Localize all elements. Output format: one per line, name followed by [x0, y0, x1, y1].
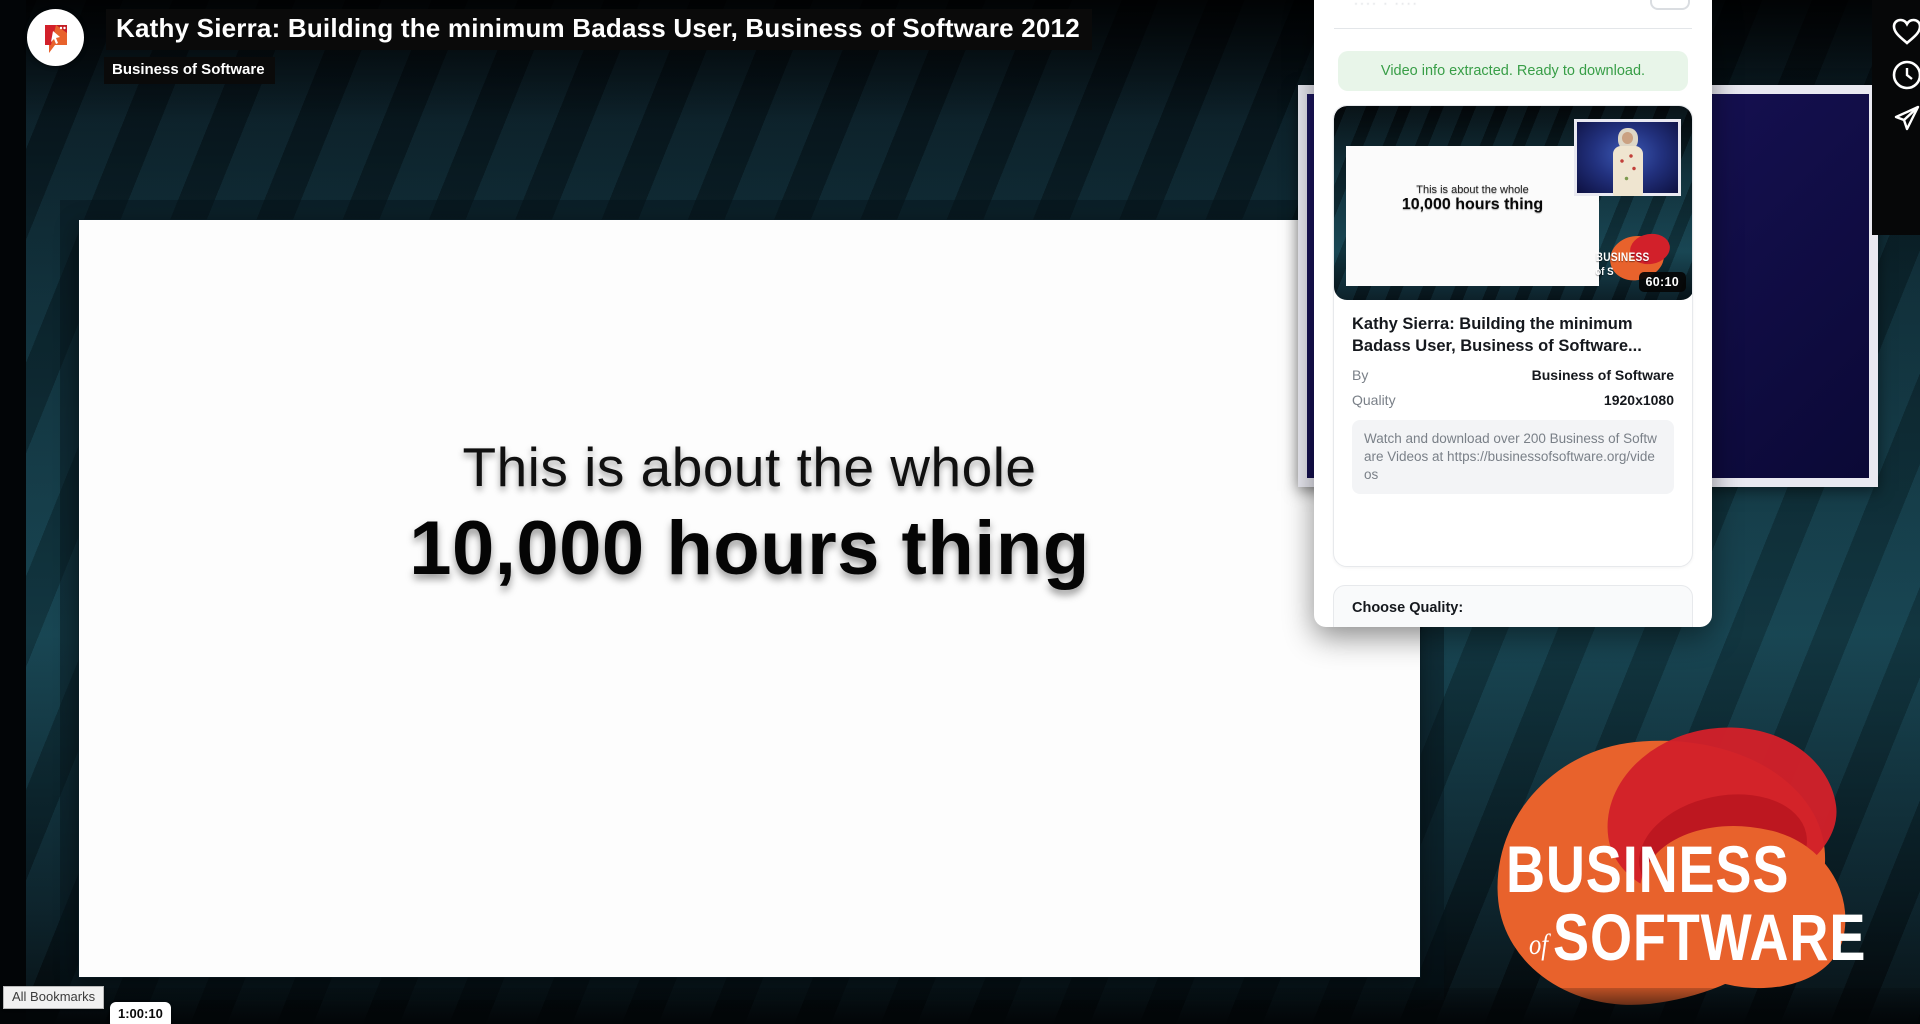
- meta-row-quality: Quality 1920x1080: [1352, 392, 1674, 408]
- popup-clipped-toolbar: ···· · ····: [1314, 0, 1712, 12]
- video-thumbnail[interactable]: This is about the whole 10,000 hours thi…: [1334, 106, 1693, 300]
- thumbnail-logo-text1: BUSINESS: [1596, 252, 1650, 264]
- send-icon: [1890, 101, 1920, 135]
- clipped-toggle-control[interactable]: [1650, 0, 1690, 10]
- all-bookmarks-tooltip: All Bookmarks: [3, 986, 104, 1009]
- by-value: Business of Software: [1532, 367, 1674, 383]
- logo-wordmark: BUSINESS of SOFTWARE: [1506, 836, 1866, 970]
- thumbnail-slide-line2: 10,000 hours thing: [1402, 196, 1543, 214]
- clipped-toolbar-text: ···· · ····: [1354, 0, 1554, 8]
- logo-word-of: of: [1529, 928, 1548, 962]
- meta-row-by: By Business of Software: [1352, 367, 1674, 383]
- duration-badge: 60:10: [1639, 272, 1686, 292]
- logo-word-business: BUSINESS: [1506, 836, 1866, 902]
- like-button[interactable]: [1890, 15, 1920, 49]
- slide-text-line1: This is about the whole: [462, 435, 1036, 499]
- by-label: By: [1352, 367, 1368, 383]
- heart-icon: [1890, 15, 1920, 49]
- playback-time-badge[interactable]: 1:00:10: [110, 1002, 171, 1024]
- business-of-software-logo: BUSINESS of SOFTWARE: [1488, 726, 1908, 1016]
- choose-quality-section: Choose Quality:: [1333, 585, 1693, 627]
- page-title: Kathy Sierra: Building the minimum Badas…: [106, 9, 1092, 50]
- slide-text-line2: 10,000 hours thing: [409, 505, 1090, 592]
- downloader-extension-popup: ···· · ···· Video info extracted. Ready …: [1314, 0, 1712, 627]
- watch-later-button[interactable]: [1890, 58, 1920, 92]
- status-message: Video info extracted. Ready to download.: [1381, 63, 1645, 79]
- quality-label: Quality: [1352, 392, 1396, 408]
- quality-value: 1920x1080: [1604, 392, 1674, 408]
- thumbnail-slide-line1: This is about the whole: [1416, 184, 1529, 196]
- popup-video-title: Kathy Sierra: Building the minimum Badas…: [1352, 314, 1674, 358]
- bottom-shade: [0, 988, 1920, 1024]
- bos-speech-bubble-icon: [39, 21, 73, 55]
- video-info-card: This is about the whole 10,000 hours thi…: [1333, 105, 1693, 567]
- speaker-jacket: [1613, 146, 1643, 196]
- video-page-background: This is about the whole 10,000 hours thi…: [0, 0, 1920, 1024]
- speaker-face: [1622, 132, 1633, 144]
- choose-quality-label: Choose Quality:: [1352, 600, 1674, 616]
- status-banner: Video info extracted. Ready to download.: [1338, 51, 1688, 91]
- left-letterbox: [0, 0, 26, 1024]
- thumbnail-speaker-inset: [1574, 119, 1681, 196]
- clock-icon: [1890, 58, 1920, 92]
- logo-word-software: SOFTWARE: [1553, 904, 1866, 970]
- presentation-slide[interactable]: This is about the whole 10,000 hours thi…: [79, 220, 1420, 977]
- thumbnail-logo-text2: of S: [1595, 266, 1613, 278]
- thumbnail-slide: This is about the whole 10,000 hours thi…: [1346, 146, 1599, 286]
- channel-name[interactable]: Business of Software: [104, 57, 275, 84]
- promo-note: Watch and download over 200 Business of …: [1352, 420, 1674, 495]
- share-button[interactable]: [1890, 101, 1920, 135]
- popup-divider: [1334, 28, 1692, 29]
- channel-avatar[interactable]: [27, 9, 84, 66]
